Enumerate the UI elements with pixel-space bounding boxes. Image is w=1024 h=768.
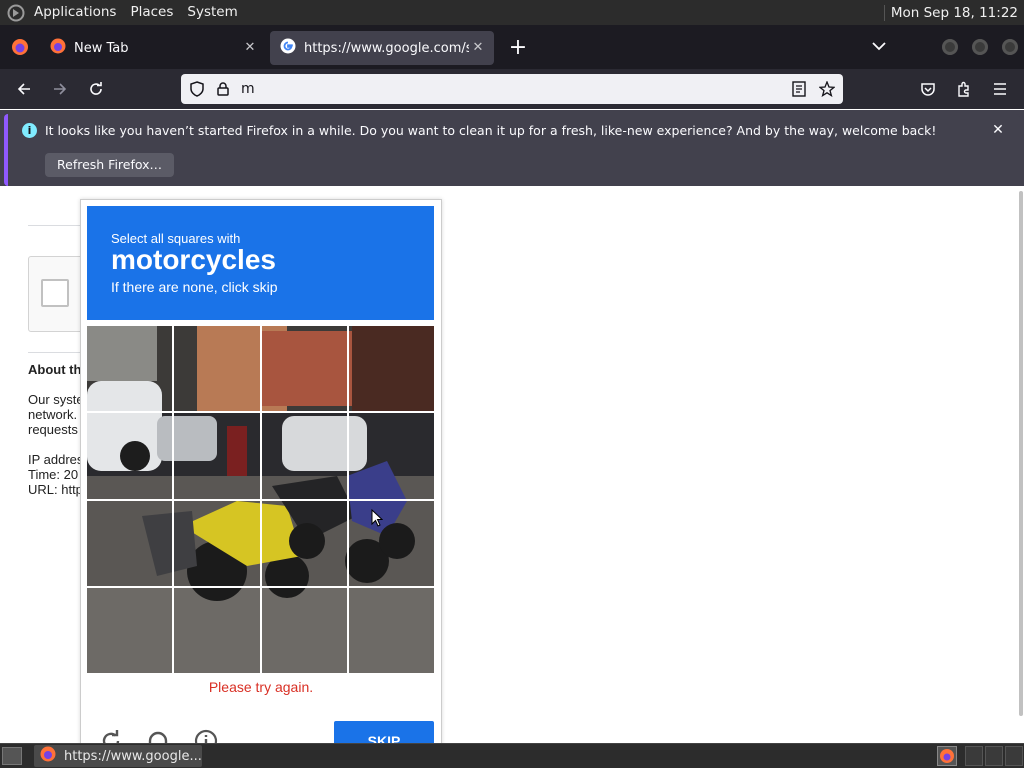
error-message: Please try again. — [208, 679, 314, 695]
hamburger-menu-icon[interactable] — [986, 75, 1014, 103]
page-scrollbar[interactable] — [1019, 191, 1023, 716]
close-tab-icon[interactable]: ✕ — [242, 40, 258, 56]
back-arrow-icon[interactable] — [10, 75, 38, 103]
challenge-header: Select all squares with motorcycles If t… — [87, 206, 434, 320]
image-tile[interactable] — [174, 500, 260, 586]
image-tile[interactable] — [87, 500, 173, 586]
tile-image — [87, 500, 173, 586]
image-tile[interactable] — [174, 587, 260, 673]
applications-menu[interactable]: Applications — [27, 0, 123, 25]
skip-hint-text: If there are none, click skip — [111, 279, 278, 295]
about-heading: About th — [28, 362, 82, 377]
extensions-icon[interactable] — [950, 75, 978, 103]
divider — [28, 352, 88, 353]
image-tile[interactable] — [348, 500, 434, 586]
url-bar[interactable] — [181, 74, 843, 104]
image-tile[interactable] — [87, 587, 173, 673]
image-tile[interactable] — [174, 413, 260, 499]
bookmark-star-icon[interactable] — [817, 79, 837, 99]
firefox-icon — [50, 38, 66, 58]
image-tile[interactable] — [87, 326, 173, 412]
image-tile[interactable] — [261, 413, 347, 499]
refresh-firefox-notification: i It looks like you haven’t started Fire… — [0, 110, 1024, 186]
clock[interactable]: Mon Sep 18, 11:22 — [883, 4, 1024, 21]
workspace-switcher[interactable] — [985, 746, 1003, 766]
pocket-icon[interactable] — [914, 75, 942, 103]
lock-icon[interactable] — [213, 79, 233, 99]
taskbar-window-title: https://www.google... — [64, 748, 202, 764]
recaptcha-checkbox[interactable] — [41, 279, 69, 307]
list-all-tabs-icon[interactable] — [866, 33, 892, 59]
image-tile[interactable] — [348, 587, 434, 673]
mouse-cursor-icon — [371, 508, 384, 527]
minimize-window-button[interactable] — [942, 39, 958, 55]
distro-logo-icon[interactable] — [5, 2, 27, 24]
tray-firefox-icon[interactable] — [937, 746, 957, 766]
divider — [28, 225, 88, 226]
tab-strip: New Tab ✕ https://www.google.com/se ✕ + — [0, 25, 1024, 69]
about-line: requests — [28, 422, 78, 437]
tab-google-search[interactable]: https://www.google.com/se ✕ — [270, 31, 494, 65]
navigation-toolbar — [0, 69, 1024, 109]
taskbar-firefox-window[interactable]: https://www.google... — [34, 745, 202, 767]
new-tab-button[interactable]: + — [502, 31, 534, 63]
tile-image — [261, 413, 347, 499]
time-line: Time: 20 — [28, 467, 79, 482]
url-input[interactable] — [241, 81, 761, 97]
firefox-icon — [40, 746, 56, 766]
recaptcha-challenge-popup: Select all squares with motorcycles If t… — [80, 199, 442, 759]
tile-image — [174, 413, 260, 499]
image-tile[interactable] — [348, 326, 434, 412]
image-tile[interactable] — [174, 326, 260, 412]
about-line: network. — [28, 407, 78, 422]
close-window-button[interactable] — [1002, 39, 1018, 55]
tile-image — [174, 326, 260, 412]
bottom-taskbar: https://www.google... — [0, 743, 1024, 768]
image-tile[interactable] — [261, 500, 347, 586]
image-tile[interactable] — [348, 413, 434, 499]
workspace-switcher[interactable] — [1005, 746, 1023, 766]
tab-title: https://www.google.com/se — [304, 40, 469, 56]
close-notification-icon[interactable]: ✕ — [990, 122, 1006, 138]
forward-arrow-icon[interactable] — [46, 75, 74, 103]
about-line: Our syste — [28, 392, 84, 407]
image-tile[interactable] — [87, 413, 173, 499]
image-tile[interactable] — [261, 587, 347, 673]
tile-image — [87, 413, 173, 499]
firefox-view-icon[interactable] — [0, 25, 40, 69]
tab-new-tab[interactable]: New Tab ✕ — [40, 31, 266, 65]
reader-mode-icon[interactable] — [789, 79, 809, 99]
image-tile[interactable] — [261, 326, 347, 412]
places-menu[interactable]: Places — [123, 0, 180, 25]
reload-icon[interactable] — [82, 75, 110, 103]
notification-message: It looks like you haven’t started Firefo… — [45, 123, 937, 138]
image-grid — [87, 326, 434, 673]
maximize-window-button[interactable] — [972, 39, 988, 55]
tile-image — [348, 326, 434, 412]
url-line: URL: http — [28, 482, 83, 497]
tile-image — [174, 500, 260, 586]
tile-image — [87, 587, 173, 673]
info-icon: i — [22, 123, 37, 138]
workspace-switcher[interactable] — [965, 746, 983, 766]
tile-image — [174, 587, 260, 673]
tile-image — [261, 500, 347, 586]
top-panel: Applications Places System Mon Sep 18, 1… — [0, 0, 1024, 25]
tab-title: New Tab — [74, 40, 129, 56]
close-tab-icon[interactable]: ✕ — [470, 40, 486, 56]
tile-image — [348, 413, 434, 499]
tile-image — [348, 587, 434, 673]
shield-icon[interactable] — [187, 79, 207, 99]
show-desktop-icon[interactable] — [2, 747, 22, 765]
tile-image — [87, 326, 173, 412]
system-menu[interactable]: System — [180, 0, 244, 25]
tile-image — [261, 326, 347, 412]
tile-image — [261, 587, 347, 673]
refresh-firefox-button[interactable]: Refresh Firefox… — [45, 153, 175, 177]
target-object-text: motorcycles — [111, 244, 276, 275]
ip-address-line: IP addres — [28, 452, 84, 467]
google-g-icon — [280, 38, 296, 58]
tile-image — [348, 500, 434, 586]
